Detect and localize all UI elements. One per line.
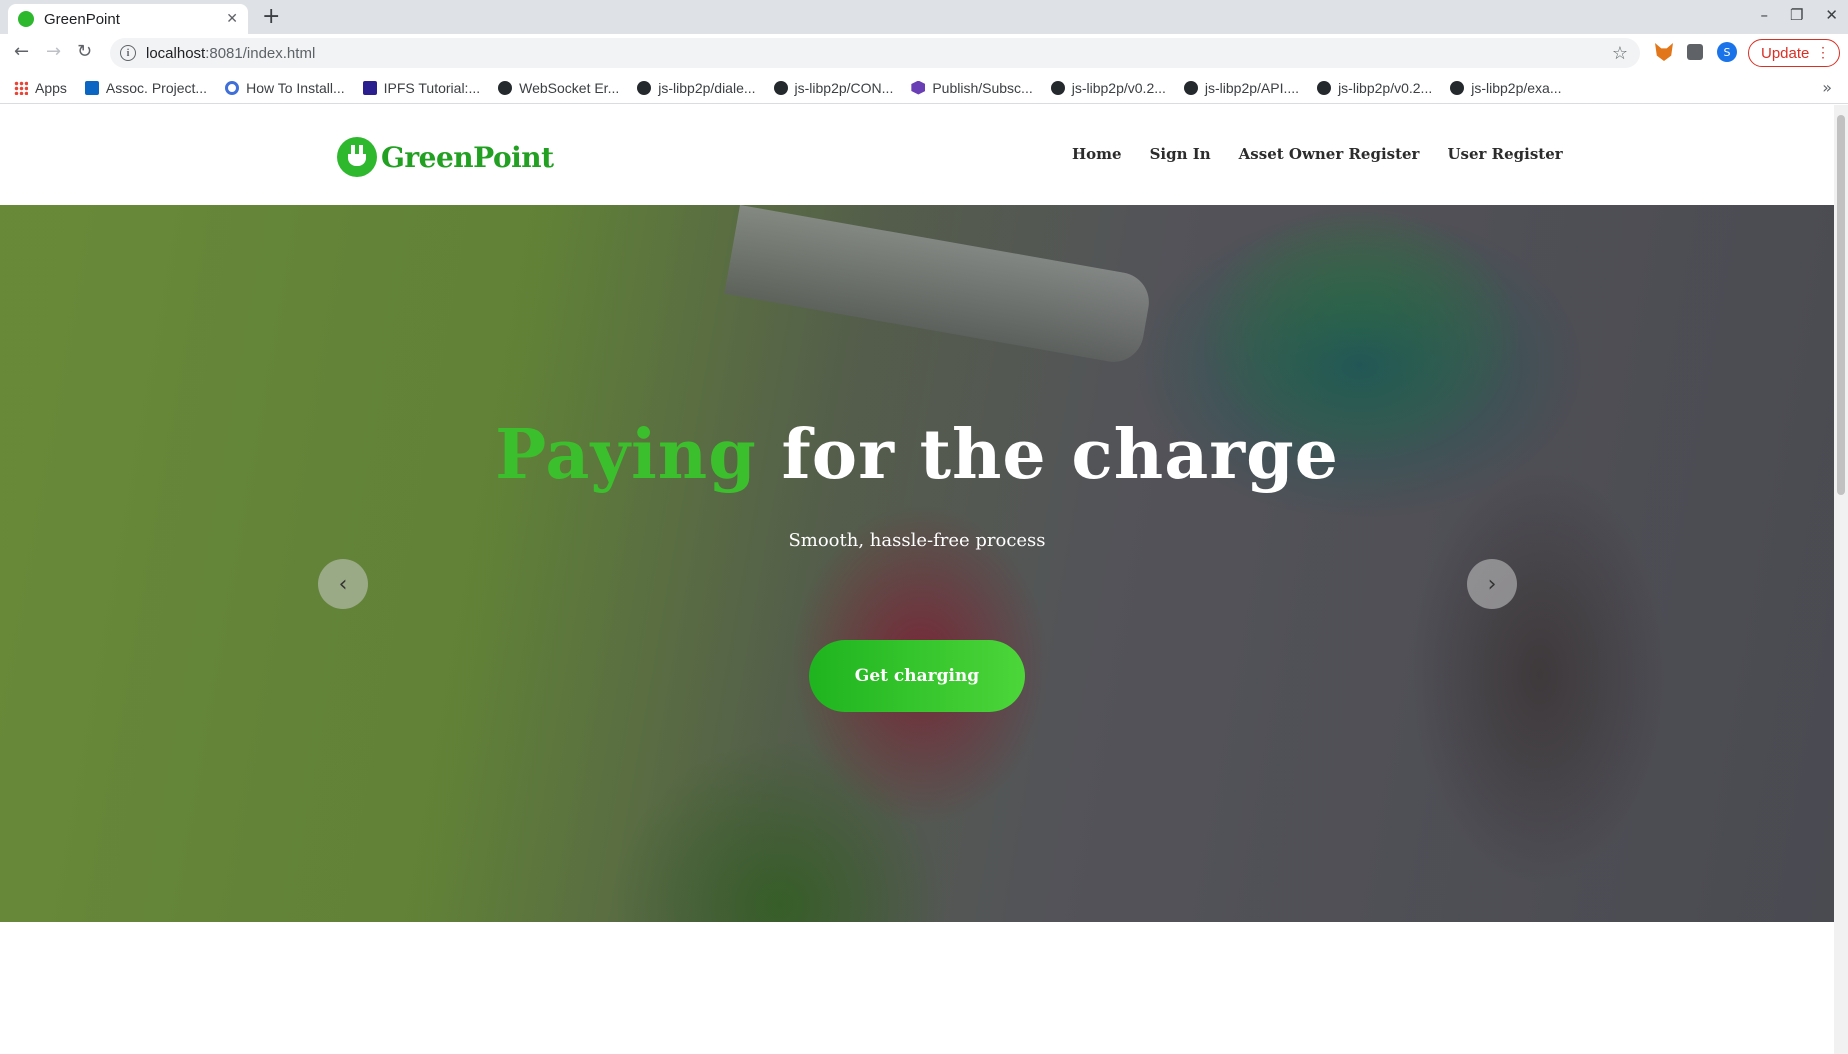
nav-user-register[interactable]: User Register <box>1447 145 1562 163</box>
more-bookmarks-icon[interactable]: » <box>1822 78 1832 97</box>
bookmark-label: js-libp2p/v0.2... <box>1071 79 1166 96</box>
bookmark-item[interactable]: js-libp2p/CON... <box>773 79 894 96</box>
scrollbar-thumb[interactable] <box>1837 115 1845 495</box>
bookmark-apps[interactable]: Apps <box>14 80 67 96</box>
chevron-right-icon: › <box>1487 571 1497 597</box>
carousel-next-button[interactable]: › <box>1467 559 1517 609</box>
update-button[interactable]: Update ⋮ <box>1748 39 1840 67</box>
bookmark-label: How To Install... <box>246 79 345 96</box>
bookmark-item[interactable]: Publish/Subsc... <box>911 79 1033 96</box>
page-viewport: GreenPoint Home Sign In Asset Owner Regi… <box>0 105 1848 1054</box>
carousel-prev-button[interactable]: ‹ <box>318 559 368 609</box>
update-label: Update <box>1761 44 1810 62</box>
close-window-icon[interactable]: ✕ <box>1825 6 1838 24</box>
github-icon <box>773 80 788 95</box>
bookmark-item[interactable]: js-libp2p/v0.2... <box>1317 80 1432 96</box>
get-charging-button[interactable]: Get charging <box>809 640 1025 712</box>
back-icon[interactable]: ← <box>14 42 29 62</box>
window-controls: – ❐ ✕ <box>1760 6 1838 24</box>
bookmark-item[interactable]: Assoc. Project... <box>84 79 208 96</box>
url-path: :8081/index.html <box>205 44 316 62</box>
bookmark-label: js-libp2p/API.... <box>1204 79 1300 96</box>
linkedin-icon <box>84 80 99 95</box>
hero-title-accent: Paying <box>495 415 757 495</box>
bookmark-item[interactable]: IPFS Tutorial:... <box>362 79 481 96</box>
bookmark-star-icon[interactable]: ☆ <box>1612 43 1628 64</box>
site-logo[interactable]: GreenPoint <box>337 137 554 177</box>
metamask-fox-icon[interactable] <box>1655 43 1673 61</box>
plug-logo-icon <box>337 137 377 177</box>
bookmark-item[interactable]: js-libp2p/v0.2... <box>1050 79 1166 96</box>
ring-icon <box>225 80 240 95</box>
browser-toolbar: ← → ↻ i localhost:8081/index.html ☆ S Up… <box>0 34 1848 72</box>
restore-icon[interactable]: ❐ <box>1790 6 1803 24</box>
bookmark-item[interactable]: How To Install... <box>225 80 345 96</box>
chevron-left-icon: ‹ <box>338 571 348 597</box>
profile-avatar[interactable]: S <box>1717 42 1737 62</box>
browser-tab[interactable]: GreenPoint ✕ <box>8 4 248 34</box>
new-tab-button[interactable]: + <box>262 5 280 29</box>
hero-carousel: Paying for the charge Smooth, hassle-fre… <box>0 205 1834 922</box>
menu-dots-icon: ⋮ <box>1816 44 1830 60</box>
bookmark-label: js-libp2p/exa... <box>1471 79 1562 96</box>
extensions-puzzle-icon[interactable] <box>1687 44 1703 60</box>
reload-icon[interactable]: ↻ <box>77 42 92 62</box>
bookmark-label: js-libp2p/v0.2... <box>1338 79 1433 96</box>
hero-title: Paying for the charge <box>0 415 1834 495</box>
bookmark-item[interactable]: WebSocket Er... <box>498 80 619 96</box>
hero-background-image <box>724 205 1154 367</box>
hex-icon <box>911 80 926 95</box>
greenpoint-favicon-icon <box>18 11 34 27</box>
close-tab-icon[interactable]: ✕ <box>226 11 238 27</box>
page-scrollbar[interactable] <box>1834 105 1848 1054</box>
bookmark-label: Assoc. Project... <box>105 79 208 96</box>
apps-icon <box>14 80 28 95</box>
site-info-icon[interactable]: i <box>120 45 136 61</box>
bookmark-label: Apps <box>35 79 67 96</box>
nav-home[interactable]: Home <box>1072 145 1122 163</box>
nav-sign-in[interactable]: Sign In <box>1150 145 1211 163</box>
nav-asset-owner-register[interactable]: Asset Owner Register <box>1239 145 1420 163</box>
bookmarks-bar: Apps Assoc. Project... How To Install...… <box>0 72 1848 104</box>
minimize-icon[interactable]: – <box>1760 6 1768 24</box>
github-icon <box>1317 80 1332 95</box>
edureka-icon <box>362 80 377 95</box>
bookmark-label: js-libp2p/diale... <box>658 79 756 96</box>
bookmark-item[interactable]: js-libp2p/diale... <box>637 79 756 96</box>
github-icon <box>1450 80 1465 95</box>
extensions-area: S <box>1655 42 1737 62</box>
bookmark-label: IPFS Tutorial:... <box>383 79 481 96</box>
bookmark-label: Publish/Subsc... <box>932 79 1033 96</box>
hero-title-rest: for the charge <box>756 415 1339 495</box>
bookmark-item[interactable]: js-libp2p/API.... <box>1183 79 1300 96</box>
tab-title: GreenPoint <box>44 10 120 28</box>
url-host: localhost <box>146 44 206 62</box>
hero-subtitle: Smooth, hassle-free process <box>788 530 1046 551</box>
github-icon <box>1050 80 1065 95</box>
bookmark-label: js-libp2p/CON... <box>794 79 894 96</box>
site-header: GreenPoint Home Sign In Asset Owner Regi… <box>0 105 1834 205</box>
address-bar[interactable]: i localhost:8081/index.html ☆ <box>110 38 1640 68</box>
github-icon <box>1183 80 1198 95</box>
github-icon <box>498 80 513 95</box>
github-icon <box>637 80 652 95</box>
bookmark-label: WebSocket Er... <box>519 79 620 96</box>
bookmark-item[interactable]: js-libp2p/exa... <box>1450 79 1562 96</box>
forward-icon[interactable]: → <box>46 42 61 62</box>
main-nav: Home Sign In Asset Owner Register User R… <box>1072 145 1563 163</box>
logo-text: GreenPoint <box>381 140 554 174</box>
tab-strip: GreenPoint ✕ + – ❐ ✕ <box>0 0 1848 34</box>
